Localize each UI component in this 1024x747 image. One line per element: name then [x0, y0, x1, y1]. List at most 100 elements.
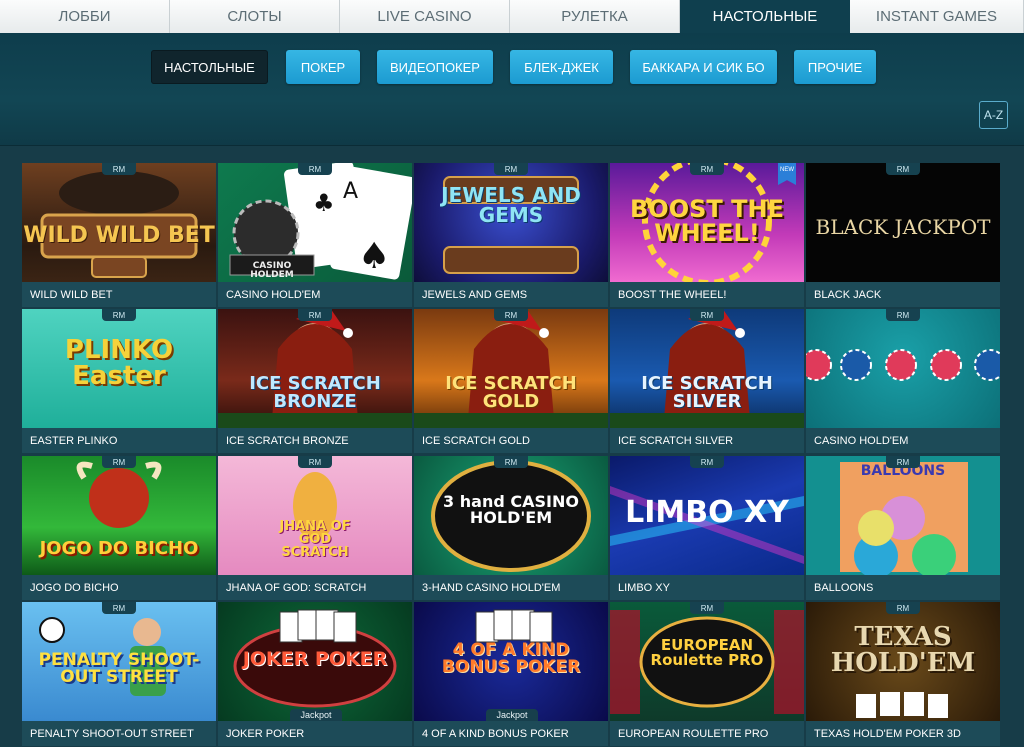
game-thumbnail: BOOST THE WHEEL!	[610, 163, 804, 282]
rm-badge: RM	[102, 456, 136, 468]
jackpot-badge: Jackpot	[290, 709, 342, 721]
game-card[interactable]: ICE SCRATCH GOLD RM ICE SCRATCH GOLD	[414, 309, 608, 453]
game-card[interactable]: BALLOONS RM BALLOONS	[806, 456, 1000, 600]
game-art-title: PLINKO Easter	[64, 335, 174, 391]
jackpot-badge: Jackpot	[486, 709, 538, 721]
game-title: 4 OF A KIND BONUS POKER	[414, 721, 608, 746]
game-card[interactable]: BOOST THE WHEEL! RM NEW BOOST THE WHEEL!	[610, 163, 804, 307]
rm-badge: RM	[102, 602, 136, 614]
game-art-title: WILD WILD BET	[23, 223, 215, 248]
game-title: ICE SCRATCH SILVER	[610, 428, 804, 453]
game-thumbnail: A ♣ ♠ CASINO HOLDEM	[218, 163, 412, 282]
svg-text:♣: ♣	[313, 189, 335, 217]
game-thumbnail: BLACK JACKPOT	[806, 163, 1000, 282]
game-card[interactable]: TEXAS HOLD'EM RM TEXAS HOLD'EM POKER 3D	[806, 602, 1000, 746]
game-title: JEWELS AND GEMS	[414, 282, 608, 307]
rm-badge: RM	[494, 309, 528, 321]
game-grid: WILD WILD BET RM WILD WILD BET A ♣ ♠ CAS…	[0, 146, 1024, 747]
game-card[interactable]: JOGO DO BICHO RM JOGO DO BICHO	[22, 456, 216, 600]
category-table-games-button[interactable]: НАСТОЛЬНЫЕ	[151, 50, 268, 84]
game-art-title: ICE SCRATCH BRONZE	[249, 373, 381, 412]
game-card[interactable]: JEWELS AND GEMS RM JEWELS AND GEMS	[414, 163, 608, 307]
game-thumbnail: EUROPEAN Roulette PRO	[610, 602, 804, 721]
category-poker-button[interactable]: ПОКЕР	[286, 50, 360, 84]
game-card[interactable]: A ♣ ♠ CASINO HOLDEM RM CASINO HOLD'EM	[218, 163, 412, 307]
game-title: CASINO HOLD'EM	[218, 282, 412, 307]
category-video-poker-button[interactable]: ВИДЕОПОКЕР	[377, 50, 493, 84]
game-thumbnail: PENALTY SHOOT-OUT STREET	[22, 602, 216, 721]
game-title: WILD WILD BET	[22, 282, 216, 307]
game-art-title: BOOST THE WHEEL!	[630, 195, 784, 247]
game-thumbnail: PLINKO Easter	[22, 309, 216, 428]
category-panel: НАСТОЛЬНЫЕ ПОКЕР ВИДЕОПОКЕР БЛЕК-ДЖЕК БА…	[0, 33, 1024, 146]
game-art-title: LIMBO XY	[625, 495, 789, 530]
game-card[interactable]: ICE SCRATCH SILVER RM ICE SCRATCH SILVER	[610, 309, 804, 453]
game-card[interactable]: RM CASINO HOLD'EM	[806, 309, 1000, 453]
game-art-title: PENALTY SHOOT-OUT STREET	[38, 650, 200, 687]
sort-az-button[interactable]: A-Z	[979, 101, 1008, 129]
game-thumbnail: 3 hand CASINO HOLD'EM	[414, 456, 608, 575]
tab-live-casino[interactable]: LIVE CASINO	[340, 0, 510, 33]
category-other-button[interactable]: ПРОЧИЕ	[794, 50, 876, 84]
game-card[interactable]: JOKER POKER Jackpot JOKER POKER	[218, 602, 412, 746]
game-art-title: JOGO DO BICHO	[39, 538, 199, 559]
game-art-title: JEWELS AND GEMS	[441, 183, 581, 227]
category-baccarat-sicbo-button[interactable]: БАККАРА И СИК БО	[630, 50, 777, 84]
game-thumbnail: JOGO DO BICHO	[22, 456, 216, 575]
game-card[interactable]: EUROPEAN Roulette PRO RM EUROPEAN ROULET…	[610, 602, 804, 746]
game-thumbnail: BALLOONS	[806, 456, 1000, 575]
game-title: EASTER PLINKO	[22, 428, 216, 453]
tab-table-games[interactable]: НАСТОЛЬНЫЕ	[680, 0, 850, 33]
game-card[interactable]: JHANA OF GOD SCRATCH RM JHANA OF GOD: SC…	[218, 456, 412, 600]
svg-text:A: A	[343, 179, 358, 204]
game-title: ICE SCRATCH GOLD	[414, 428, 608, 453]
game-art-title: ICE SCRATCH GOLD	[445, 373, 577, 412]
game-art-title: 4 OF A KIND BONUS POKER	[441, 640, 581, 677]
game-title: ICE SCRATCH BRONZE	[218, 428, 412, 453]
tab-instant-games[interactable]: INSTANT GAMES	[850, 0, 1024, 33]
game-card[interactable]: WILD WILD BET RM WILD WILD BET	[22, 163, 216, 307]
game-title: JHANA OF GOD: SCRATCH	[218, 575, 412, 600]
game-title: BOOST THE WHEEL!	[610, 282, 804, 307]
game-card[interactable]: 4 OF A KIND BONUS POKER Jackpot 4 OF A K…	[414, 602, 608, 746]
game-card[interactable]: LIMBO XY RM LIMBO XY	[610, 456, 804, 600]
game-art-title: ICE SCRATCH SILVER	[641, 373, 773, 412]
rm-badge: RM	[690, 456, 724, 468]
game-art-title: EUROPEAN Roulette PRO	[650, 636, 764, 669]
game-thumbnail: WILD WILD BET	[22, 163, 216, 282]
rm-badge: RM	[690, 163, 724, 175]
rm-badge: RM	[494, 163, 528, 175]
game-art-title: BLACK JACKPOT	[815, 215, 991, 239]
rm-badge: RM	[886, 163, 920, 175]
game-title: BALLOONS	[806, 575, 1000, 600]
rm-badge: RM	[298, 309, 332, 321]
tab-roulette[interactable]: РУЛЕТКА	[510, 0, 680, 33]
game-thumbnail: JOKER POKER	[218, 602, 412, 721]
rm-badge: RM	[690, 602, 724, 614]
game-art-title: JHANA OF GOD SCRATCH	[279, 519, 351, 560]
rm-badge: RM	[102, 163, 136, 175]
top-tab-bar: ЛОББИ СЛОТЫ LIVE CASINO РУЛЕТКА НАСТОЛЬН…	[0, 0, 1024, 33]
game-thumbnail	[806, 309, 1000, 428]
tab-slots[interactable]: СЛОТЫ	[170, 0, 340, 33]
game-thumbnail: ICE SCRATCH BRONZE	[218, 309, 412, 428]
game-title: JOKER POKER	[218, 721, 412, 746]
game-thumbnail: LIMBO XY	[610, 456, 804, 575]
game-title: CASINO HOLD'EM	[806, 428, 1000, 453]
game-art-title: TEXAS HOLD'EM	[830, 622, 976, 678]
game-card[interactable]: BLACK JACKPOT RM BLACK JACK	[806, 163, 1000, 307]
game-title: TEXAS HOLD'EM POKER 3D	[806, 721, 1000, 746]
rm-badge: RM	[494, 456, 528, 468]
game-thumbnail: 4 OF A KIND BONUS POKER	[414, 602, 608, 721]
category-blackjack-button[interactable]: БЛЕК-ДЖЕК	[510, 50, 613, 84]
game-card[interactable]: PLINKO Easter RM EASTER PLINKO	[22, 309, 216, 453]
rm-badge: RM	[102, 309, 136, 321]
game-card[interactable]: ICE SCRATCH BRONZE RM ICE SCRATCH BRONZE	[218, 309, 412, 453]
game-title: PENALTY SHOOT-OUT STREET	[22, 721, 216, 746]
game-card[interactable]: 3 hand CASINO HOLD'EM RM 3-HAND CASINO H…	[414, 456, 608, 600]
game-art-title: 3 hand CASINO HOLD'EM	[443, 492, 579, 527]
tab-lobby[interactable]: ЛОББИ	[0, 0, 170, 33]
game-title: LIMBO XY	[610, 575, 804, 600]
game-card[interactable]: PENALTY SHOOT-OUT STREET RM PENALTY SHOO…	[22, 602, 216, 746]
rm-badge: RM	[298, 456, 332, 468]
